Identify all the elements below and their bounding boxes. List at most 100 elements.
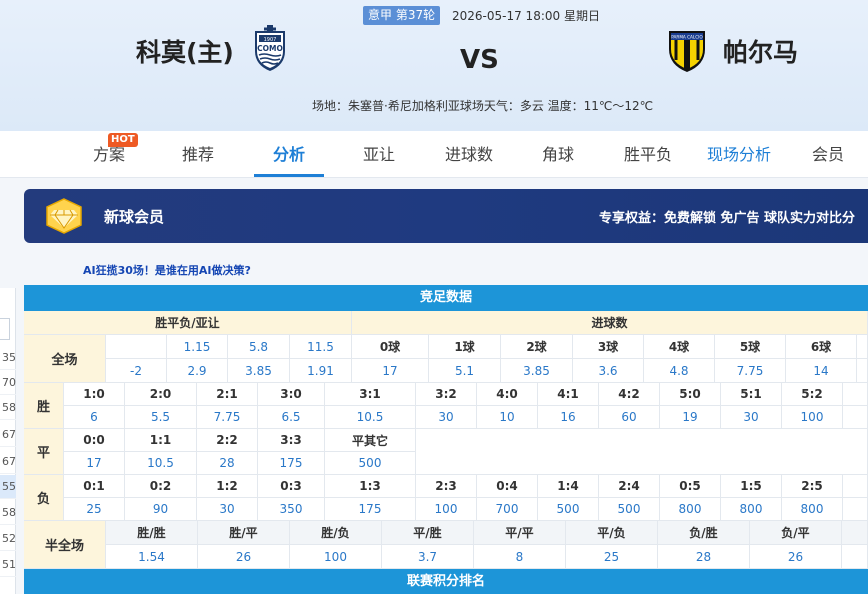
half-full-odds[interactable]: 28 — [658, 545, 750, 569]
half-full-option: 胜/负 — [290, 521, 382, 545]
score-odds[interactable]: 16 — [538, 406, 599, 429]
score-label: 1:4 — [538, 475, 599, 498]
tab-analysis[interactable]: 分析 — [273, 131, 305, 178]
diamond-badge-icon — [46, 198, 82, 234]
spf-odds[interactable]: 5.8 — [228, 335, 290, 359]
draw-label: 平 — [24, 429, 64, 475]
spf-odds[interactable] — [106, 335, 167, 359]
score-odds[interactable]: 800 — [660, 498, 721, 521]
score-odds[interactable]: 700 — [477, 498, 538, 521]
como-logo-name: COMO — [257, 44, 283, 53]
vip-banner[interactable]: 新球会员 专享权益：免费解锁 免广告 球队实力对比分 — [24, 189, 868, 243]
score-odds[interactable]: 500 — [538, 498, 599, 521]
goal-odds[interactable]: 4.8 — [644, 359, 715, 383]
score-label: 5:1 — [721, 383, 782, 406]
tab-win-draw-loss[interactable]: 胜平负 — [624, 131, 672, 178]
score-odds[interactable]: 800 — [721, 498, 782, 521]
goal-odds[interactable]: 17 — [352, 359, 429, 383]
score-odds[interactable]: 175 — [325, 498, 416, 521]
left-input-field[interactable] — [0, 318, 10, 340]
spf-odds[interactable]: 11.5 — [290, 335, 352, 359]
score-label: 0:3 — [258, 475, 325, 498]
score-odds[interactable]: 10 — [477, 406, 538, 429]
left-list-item: 70 — [0, 371, 16, 395]
score-odds[interactable]: 10.5 — [325, 406, 416, 429]
score-odds[interactable]: 30 — [721, 406, 782, 429]
match-time: 2026-05-17 18:00 星期日 — [452, 9, 600, 23]
win-label: 胜 — [24, 383, 64, 429]
como-logo-icon[interactable]: 1907 COMO — [247, 25, 293, 73]
goal-odds[interactable]: 7.75 — [715, 359, 786, 383]
score-odds[interactable]: 7.75 — [197, 406, 258, 429]
tab-live-analysis[interactable]: 现场分析 — [707, 131, 771, 178]
handicap-odds[interactable]: 1.91 — [290, 359, 352, 383]
handicap-odds[interactable]: 2.9 — [167, 359, 228, 383]
goal-odds[interactable]: 5.1 — [429, 359, 501, 383]
left-list-item: 51 — [0, 553, 16, 577]
score-label: 4:1 — [538, 383, 599, 406]
score-odds[interactable]: 6 — [64, 406, 125, 429]
spf-odds[interactable]: 1.15 — [167, 335, 228, 359]
handicap-odds[interactable]: -2 — [106, 359, 167, 383]
score-odds[interactable]: 28 — [197, 452, 258, 475]
score-label: 3:1 — [325, 383, 416, 406]
parma-logo-icon[interactable]: PARMA CALCIO — [667, 27, 707, 73]
half-full-option: 负/平 — [750, 521, 842, 545]
score-odds[interactable]: 100 — [416, 498, 477, 521]
handicap-odds[interactable]: 3.85 — [228, 359, 290, 383]
league-standings-title: 联赛积分排名 — [24, 569, 868, 594]
ai-promo-link[interactable]: AI狂揽30场！是谁在用AI做决策? — [83, 262, 251, 278]
half-full-odds[interactable]: 3.7 — [382, 545, 474, 569]
goal-label: 1球 — [429, 335, 501, 359]
parma-logo-name: PARMA CALCIO — [671, 35, 703, 40]
half-full-odds[interactable]: 25 — [566, 545, 658, 569]
score-odds[interactable]: 5.5 — [125, 406, 197, 429]
score-odds[interactable]: 30 — [416, 406, 477, 429]
home-team-name[interactable]: 科莫(主) — [136, 33, 234, 69]
tab-recommend[interactable]: 推荐 — [182, 131, 214, 178]
score-odds[interactable]: 350 — [258, 498, 325, 521]
away-team-name[interactable]: 帕尔马 — [723, 33, 798, 69]
score-label: 4:0 — [477, 383, 538, 406]
half-full-option: 负/胜 — [658, 521, 750, 545]
score-odds[interactable]: 30 — [197, 498, 258, 521]
score-odds[interactable]: 175 — [258, 452, 325, 475]
half-full-option: 胜/胜 — [106, 521, 198, 545]
score-label: 4:2 — [599, 383, 660, 406]
half-full-odds[interactable]: 8 — [474, 545, 566, 569]
goal-odds[interactable]: 3.85 — [501, 359, 573, 383]
score-odds[interactable]: 100 — [782, 406, 843, 429]
half-full-option: 平/胜 — [382, 521, 474, 545]
half-full-odds[interactable]: 100 — [290, 545, 382, 569]
tab-total-goals[interactable]: 进球数 — [445, 131, 493, 178]
tab-membership[interactable]: 会员 — [812, 131, 844, 178]
left-list-item: 58 — [0, 501, 16, 525]
score-odds[interactable]: 25 — [64, 498, 125, 521]
score-odds[interactable]: 500 — [325, 452, 416, 475]
tab-asian-handicap[interactable]: 亚让 — [363, 131, 395, 178]
goal-odds-cut — [857, 359, 868, 383]
half-full-option: 胜/平 — [198, 521, 290, 545]
score-odds[interactable]: 90 — [125, 498, 197, 521]
vip-perks: 专享权益：免费解锁 免广告 球队实力对比分 — [599, 211, 856, 226]
left-list-item: 58 — [0, 396, 16, 420]
vip-title: 新球会员 — [104, 208, 165, 226]
score-odds[interactable]: 17 — [64, 452, 125, 475]
score-label: 2:5 — [782, 475, 843, 498]
half-full-odds[interactable]: 26 — [750, 545, 842, 569]
score-odds[interactable]: 800 — [782, 498, 843, 521]
goal-odds[interactable]: 14 — [786, 359, 857, 383]
score-odds[interactable]: 19 — [660, 406, 721, 429]
tab-corners[interactable]: 角球 — [542, 131, 574, 178]
half-full-odds[interactable]: 26 — [198, 545, 290, 569]
score-label: 2:0 — [125, 383, 197, 406]
score-odds[interactable]: 10.5 — [125, 452, 197, 475]
goal-odds[interactable]: 3.6 — [573, 359, 644, 383]
active-tab-underline — [254, 174, 324, 177]
score-odds[interactable]: 60 — [599, 406, 660, 429]
score-label: 2:1 — [197, 383, 258, 406]
score-odds[interactable]: 6.5 — [258, 406, 325, 429]
half-full-odds[interactable]: 1.54 — [106, 545, 198, 569]
score-odds[interactable]: 500 — [599, 498, 660, 521]
round-badge: 意甲 第37轮 — [363, 6, 441, 25]
